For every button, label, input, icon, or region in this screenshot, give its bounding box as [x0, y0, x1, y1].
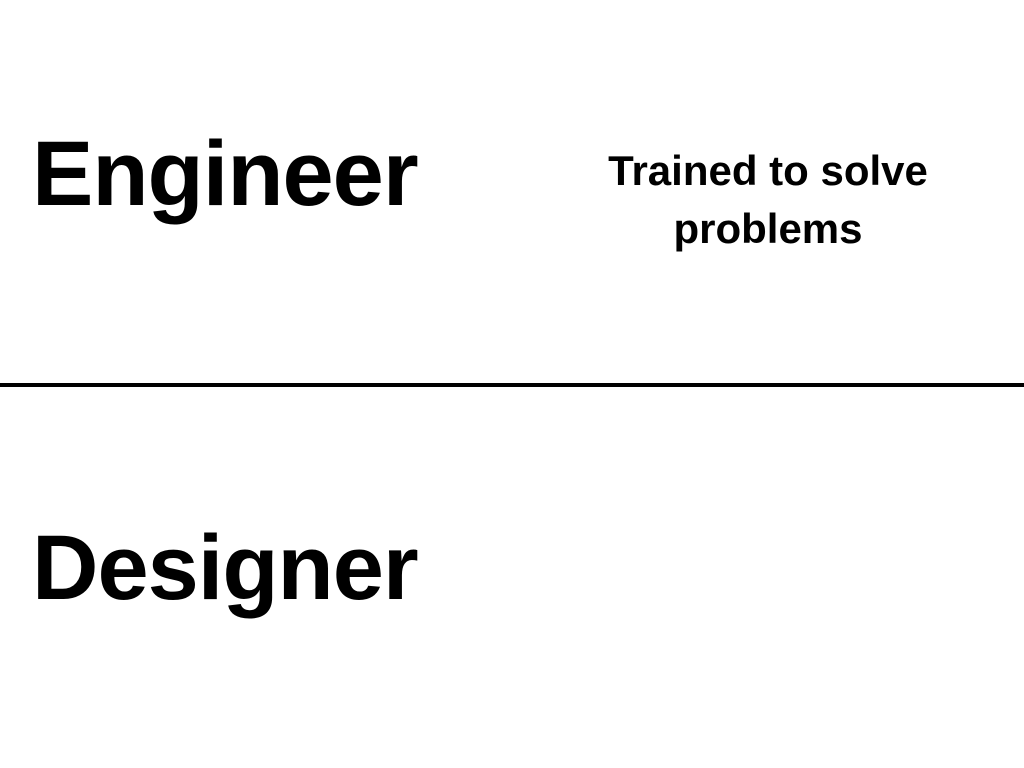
slide: Engineer Trained to solve problems Desig… [0, 0, 1024, 768]
engineer-description: Trained to solve problems [608, 147, 928, 252]
designer-title: Designer [32, 517, 419, 619]
section-divider [0, 383, 1024, 387]
engineer-title: Engineer [32, 123, 419, 225]
